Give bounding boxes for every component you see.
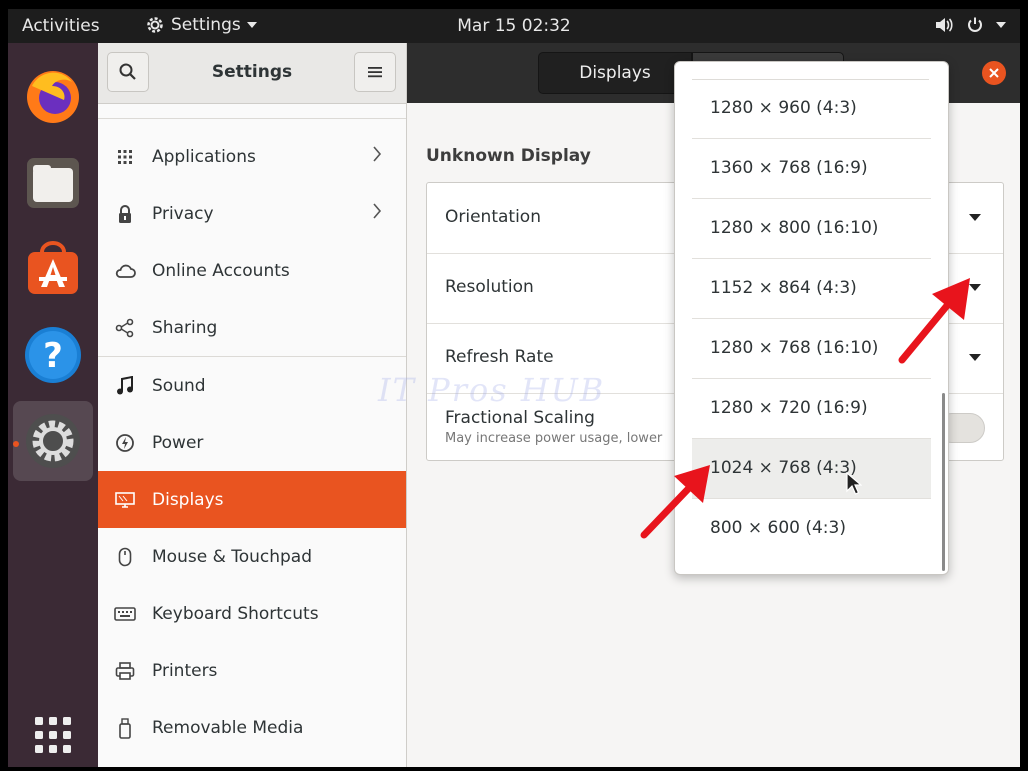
resolution-option[interactable]: 1280 × 960 (4:3) — [692, 79, 931, 139]
scrollbar[interactable] — [942, 393, 945, 571]
sidebar-item-label: Online Accounts — [152, 260, 290, 281]
keyboard-icon — [98, 606, 152, 621]
show-apps-icon[interactable] — [13, 695, 93, 767]
sidebar-item-label: Removable Media — [152, 717, 304, 738]
sidebar-item-mouse-touchpad[interactable]: Mouse & Touchpad — [98, 528, 406, 585]
hamburger-icon — [368, 67, 382, 78]
usb-icon — [98, 717, 152, 739]
privacy-icon — [98, 204, 152, 224]
watermark: IT Pros HUB — [378, 371, 606, 409]
sidebar-item-power[interactable]: Power — [98, 414, 406, 471]
resolution-label: Resolution — [445, 277, 534, 297]
resolution-option-hovered[interactable]: 1024 × 768 (4:3) — [692, 439, 931, 499]
resolution-popover: 1280 × 960 (4:3) 1360 × 768 (16:9) 1280 … — [674, 61, 949, 575]
top-bar: Activities Settings Mar 15 02:32 — [8, 9, 1020, 43]
sidebar-item-label: Keyboard Shortcuts — [152, 603, 319, 624]
sidebar-item-keyboard-shortcuts[interactable]: Keyboard Shortcuts — [98, 585, 406, 642]
resolution-option[interactable]: 1280 × 800 (16:10) — [692, 199, 931, 259]
refresh-rate-label: Refresh Rate — [445, 347, 554, 367]
sidebar: Applications Privacy Online Accounts Sha… — [98, 104, 407, 767]
fractional-scaling-label: Fractional Scaling — [445, 408, 595, 428]
settings-icon[interactable] — [13, 401, 93, 481]
sidebar-item-online-accounts[interactable]: Online Accounts — [98, 242, 406, 299]
resolution-option-label: 1280 × 800 (16:10) — [710, 218, 879, 238]
resolution-option[interactable]: 1280 × 768 (16:10) — [692, 319, 931, 379]
sidebar-item-label: Applications — [152, 146, 256, 167]
power-icon — [98, 433, 152, 453]
search-icon — [119, 63, 136, 80]
resolution-option[interactable]: 1280 × 720 (16:9) — [692, 379, 931, 439]
chevron-down-icon — [969, 284, 981, 291]
screenshot-frame: Activities Settings Mar 15 02:32 ? Setti… — [8, 9, 1020, 767]
sidebar-item-label: Privacy — [152, 203, 214, 224]
fractional-scaling-description: May increase power usage, lower — [445, 431, 663, 446]
sidebar-header: Settings — [98, 43, 407, 104]
close-button[interactable] — [982, 61, 1006, 85]
resolution-option-label: 1280 × 960 (4:3) — [710, 98, 857, 118]
sidebar-item-label: Printers — [152, 660, 218, 681]
resolution-option-label: 1024 × 768 (4:3) — [710, 458, 857, 478]
sidebar-item-label: Sharing — [152, 317, 218, 338]
volume-icon — [936, 18, 953, 32]
chevron-right-icon — [372, 202, 382, 225]
chevron-down-icon — [996, 22, 1006, 28]
mouse-icon — [98, 547, 152, 567]
sidebar-item-applications[interactable]: Applications — [98, 128, 406, 185]
sidebar-item-sound[interactable]: Sound — [98, 357, 406, 414]
sidebar-item-printers[interactable]: Printers — [98, 642, 406, 699]
sidebar-item-removable-media[interactable]: Removable Media — [98, 699, 406, 756]
resolution-option-label: 1360 × 768 (16:9) — [710, 158, 868, 178]
sidebar-item-privacy[interactable]: Privacy — [98, 185, 406, 242]
chevron-right-icon — [372, 145, 382, 168]
chevron-down-icon — [969, 214, 981, 221]
chevron-down-icon — [969, 354, 981, 361]
sidebar-item-sharing[interactable]: Sharing — [98, 299, 406, 356]
resolution-option-label: 1152 × 864 (4:3) — [710, 278, 857, 298]
sidebar-item-displays[interactable]: Displays — [98, 471, 406, 528]
sidebar-item-label: Sound — [152, 375, 206, 396]
sidebar-item-label: Power — [152, 432, 204, 453]
system-tray[interactable] — [934, 16, 1006, 34]
sidebar-item-label: Mouse & Touchpad — [152, 546, 313, 567]
divider — [98, 118, 406, 119]
resolution-option-label: 800 × 600 (4:3) — [710, 518, 846, 538]
display-title: Unknown Display — [426, 146, 591, 166]
cloud-icon — [98, 263, 152, 279]
menu-button[interactable] — [354, 52, 396, 92]
firefox-icon[interactable] — [13, 55, 93, 135]
window-title: Settings — [211, 62, 293, 82]
printer-icon — [98, 661, 152, 681]
power-menu-icon — [968, 17, 982, 32]
resolution-option[interactable]: 1360 × 768 (16:9) — [692, 139, 931, 199]
music-icon — [98, 375, 152, 396]
resolution-option-label: 1280 × 768 (16:10) — [710, 338, 879, 358]
running-indicator — [13, 441, 19, 447]
close-icon — [989, 68, 999, 78]
orientation-label: Orientation — [445, 207, 541, 227]
svg-text:?: ? — [43, 336, 63, 376]
resolution-option[interactable]: 1152 × 864 (4:3) — [692, 259, 931, 319]
display-icon — [98, 491, 152, 509]
tab-displays[interactable]: Displays — [538, 52, 692, 94]
software-icon[interactable] — [13, 229, 93, 309]
applications-icon — [98, 149, 152, 165]
sidebar-item-label: Displays — [152, 489, 224, 510]
help-icon[interactable]: ? — [13, 315, 93, 395]
dock: ? — [8, 43, 98, 767]
files-icon[interactable] — [13, 143, 93, 223]
search-button[interactable] — [107, 52, 149, 92]
resolution-option-label: 1280 × 720 (16:9) — [710, 398, 868, 418]
share-icon — [98, 318, 152, 338]
clock[interactable]: Mar 15 02:32 — [8, 16, 1020, 36]
resolution-option[interactable]: 800 × 600 (4:3) — [692, 499, 931, 559]
